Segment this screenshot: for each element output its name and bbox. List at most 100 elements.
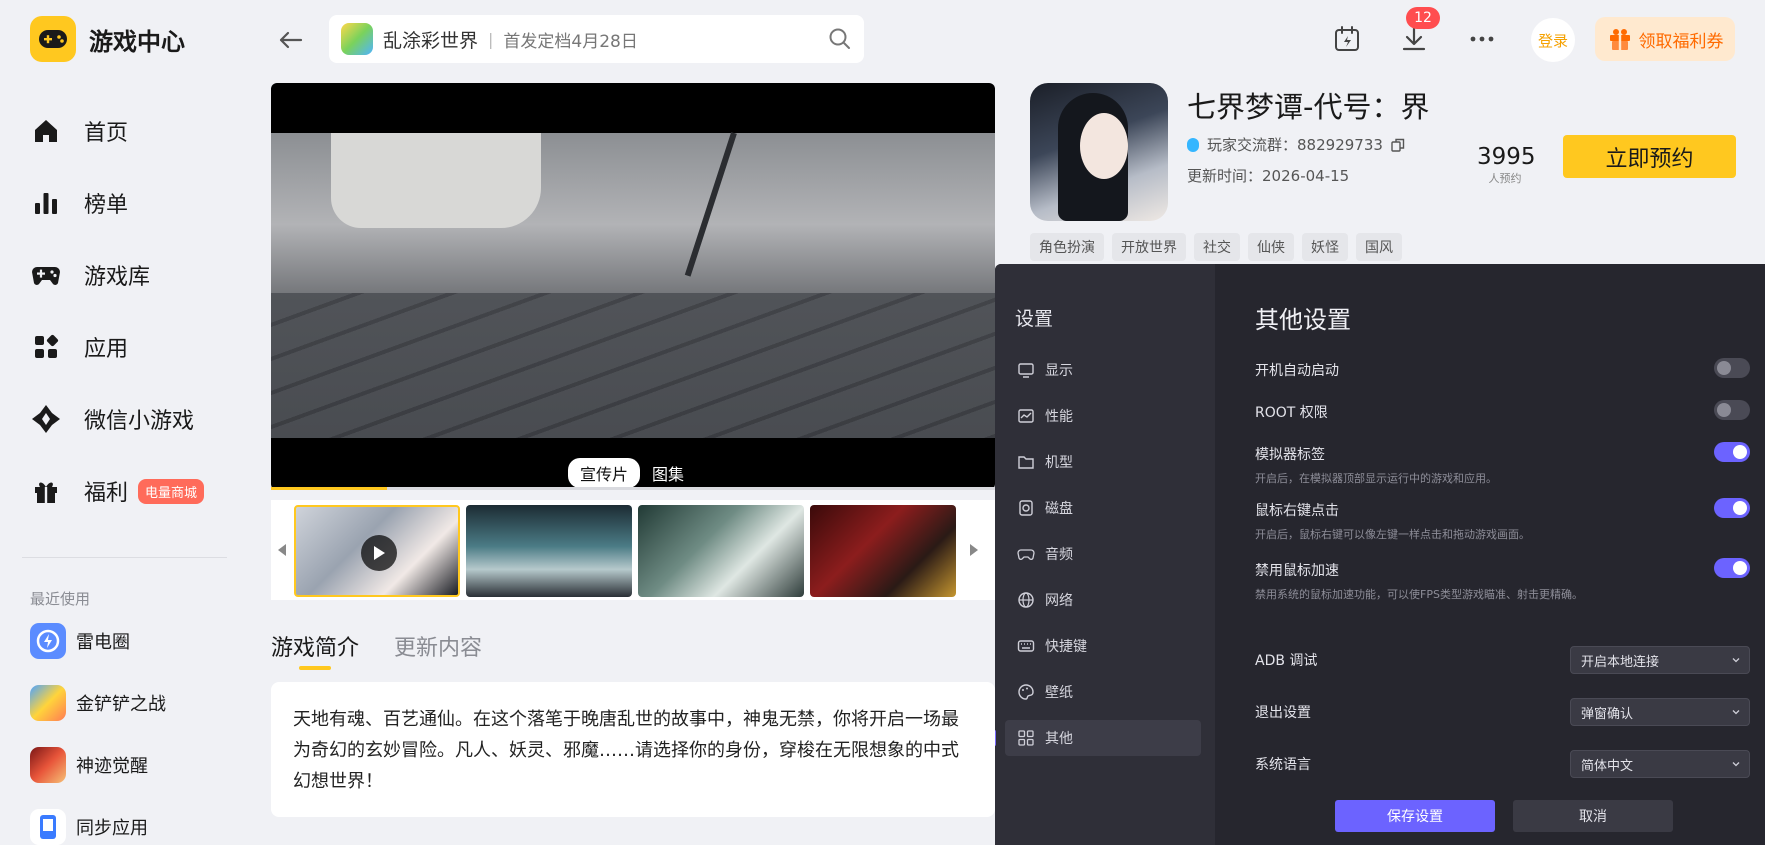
gift-icon bbox=[30, 475, 62, 507]
tab-trailer[interactable]: 宣传片 bbox=[568, 458, 641, 488]
back-button[interactable] bbox=[274, 24, 306, 56]
media-tabs: 宣传片 图集 bbox=[568, 458, 696, 488]
thumbnail-3[interactable] bbox=[638, 505, 804, 597]
video-frame bbox=[271, 132, 995, 438]
tab-game-intro[interactable]: 游戏简介 bbox=[271, 630, 359, 670]
game-cover-image bbox=[1030, 83, 1168, 221]
play-icon[interactable] bbox=[361, 535, 397, 571]
recent-item-sync-app[interactable]: 同步应用 bbox=[30, 796, 166, 845]
save-settings-button[interactable]: 保存设置 bbox=[1335, 800, 1495, 832]
more-button[interactable] bbox=[1465, 22, 1499, 56]
recent-item-leidianquan[interactable]: 雷电圈 bbox=[30, 610, 166, 672]
prev-arrow-icon[interactable] bbox=[275, 542, 289, 558]
settings-menu-other[interactable]: 其他 bbox=[995, 720, 1201, 756]
cover-face-shape bbox=[1080, 113, 1128, 179]
recent-label: 神迹觉醒 bbox=[76, 756, 148, 777]
language-select[interactable]: 简体中文 bbox=[1570, 750, 1750, 778]
recent-list: 雷电圈 金铲铲之战 神迹觉醒 同步应用 bbox=[30, 610, 166, 845]
coupon-button[interactable]: 领取福利券 bbox=[1595, 17, 1735, 61]
tag-item[interactable]: 国风 bbox=[1356, 233, 1402, 261]
brand-title: 游戏中心 bbox=[89, 27, 185, 56]
settings-menu-wallpaper[interactable]: 壁纸 bbox=[1005, 674, 1201, 710]
nav-label-ranking: 榜单 bbox=[84, 193, 129, 218]
mini-game-icon bbox=[30, 403, 62, 435]
settings-menu-disk[interactable]: 磁盘 bbox=[1005, 490, 1201, 526]
thumbnail-1[interactable] bbox=[294, 505, 460, 597]
settings-menu-performance[interactable]: 性能 bbox=[1005, 398, 1201, 434]
tag-item[interactable]: 妖怪 bbox=[1302, 233, 1348, 261]
reserve-button[interactable]: 立即预约 bbox=[1563, 135, 1736, 178]
thumbnail-strip bbox=[271, 500, 995, 600]
tag-item[interactable]: 角色扮演 bbox=[1030, 233, 1104, 261]
grid-icon bbox=[1018, 730, 1034, 746]
tab-update-content[interactable]: 更新内容 bbox=[394, 630, 482, 662]
recent-item-shenji[interactable]: 神迹觉醒 bbox=[30, 734, 166, 796]
mouse-accel-toggle[interactable] bbox=[1714, 558, 1750, 578]
monitor-icon bbox=[1018, 363, 1034, 378]
performance-icon bbox=[1018, 409, 1034, 423]
jinchanchan-app-icon bbox=[30, 685, 66, 721]
update-time-row: 更新时间：2026-04-15 bbox=[1187, 165, 1349, 186]
sync-app-icon bbox=[30, 809, 66, 845]
nav-item-home[interactable]: 首页 bbox=[30, 95, 230, 167]
nav-item-apps[interactable]: 应用 bbox=[30, 311, 230, 383]
brand[interactable]: 游戏中心 bbox=[30, 16, 185, 62]
calendar-button[interactable] bbox=[1330, 22, 1364, 56]
tag-item[interactable]: 社交 bbox=[1194, 233, 1240, 261]
root-toggle[interactable] bbox=[1714, 400, 1750, 420]
keyboard-icon bbox=[1017, 640, 1035, 652]
nav-item-ranking[interactable]: 榜单 bbox=[30, 167, 230, 239]
settings-menu-network[interactable]: 网络 bbox=[1005, 582, 1201, 618]
option-description: 开启后，在模拟器顶部显示运行中的游戏和应用。 bbox=[1255, 472, 1497, 485]
coupon-label: 领取福利券 bbox=[1638, 31, 1724, 52]
settings-menu-label: 磁盘 bbox=[1045, 501, 1073, 517]
settings-menu-device[interactable]: 机型 bbox=[1005, 444, 1201, 480]
login-button[interactable]: 登录 bbox=[1531, 18, 1575, 62]
settings-menu-display[interactable]: 显示 bbox=[1005, 352, 1201, 388]
tab-gallery[interactable]: 图集 bbox=[640, 458, 696, 488]
recent-item-jinchanchan[interactable]: 金铲铲之战 bbox=[30, 672, 166, 734]
reservation-label: 人预约 bbox=[1488, 172, 1522, 185]
adb-select[interactable]: 开启本地连接 bbox=[1570, 646, 1750, 674]
search-icon[interactable] bbox=[828, 27, 852, 51]
nav-label-game-library: 游戏库 bbox=[84, 265, 151, 290]
option-exit: 退出设置 弹窗确认 bbox=[1255, 698, 1750, 726]
update-time-value: 2026-04-15 bbox=[1262, 167, 1350, 185]
exit-select[interactable]: 弹窗确认 bbox=[1570, 698, 1750, 726]
settings-menu-audio[interactable]: 音频 bbox=[1005, 536, 1201, 572]
nav-item-wechat-mini-games[interactable]: 微信小游戏 bbox=[30, 383, 230, 455]
thumbnail-2[interactable] bbox=[466, 505, 632, 597]
game-tags: 角色扮演 开放世界 社交 仙侠 妖怪 国风 bbox=[1030, 233, 1410, 261]
option-label: ADB 调试 bbox=[1255, 653, 1318, 669]
emulator-tab-toggle[interactable] bbox=[1714, 442, 1750, 462]
nav-item-welfare[interactable]: 福利 电量商城 bbox=[30, 455, 230, 527]
download-count-badge: 12 bbox=[1406, 7, 1440, 29]
qq-group-row: 玩家交流群： 882929733 bbox=[1187, 134, 1405, 155]
settings-menu-label: 音频 bbox=[1045, 547, 1073, 563]
nav-item-game-library[interactable]: 游戏库 bbox=[30, 239, 230, 311]
tag-item[interactable]: 仙侠 bbox=[1248, 233, 1294, 261]
option-description: 开启后，鼠标右键可以像左键一样点击和拖动游戏画面。 bbox=[1255, 528, 1530, 541]
reservation-count: 3995 人预约 bbox=[1477, 144, 1536, 186]
cancel-button[interactable]: 取消 bbox=[1513, 800, 1673, 832]
video-player[interactable]: 宣传片 图集 bbox=[271, 83, 995, 490]
settings-heading: 其他设置 bbox=[1255, 306, 1351, 334]
search-bar[interactable]: 乱涂彩世界 | 首发定档4月28日 bbox=[329, 15, 864, 63]
tag-item[interactable]: 开放世界 bbox=[1112, 233, 1186, 261]
more-icon bbox=[1470, 36, 1494, 42]
option-label: 退出设置 bbox=[1255, 705, 1311, 721]
settings-menu-label: 壁纸 bbox=[1045, 685, 1073, 701]
copy-icon[interactable] bbox=[1391, 138, 1405, 152]
auto-start-toggle[interactable] bbox=[1714, 358, 1750, 378]
next-arrow-icon[interactable] bbox=[967, 542, 981, 558]
network-icon bbox=[1018, 592, 1034, 608]
video-scene-floor bbox=[271, 293, 995, 438]
nav-label-welfare: 福利 bbox=[84, 481, 129, 506]
right-click-toggle[interactable] bbox=[1714, 498, 1750, 518]
qq-group-number: 882929733 bbox=[1297, 135, 1383, 154]
option-label: 模拟器标签 bbox=[1255, 447, 1325, 463]
nav-label-apps: 应用 bbox=[84, 337, 129, 362]
settings-menu-shortcuts[interactable]: 快捷键 bbox=[1005, 628, 1201, 664]
thumbnail-4[interactable] bbox=[810, 505, 956, 597]
store-badge: 电量商城 bbox=[138, 478, 205, 504]
